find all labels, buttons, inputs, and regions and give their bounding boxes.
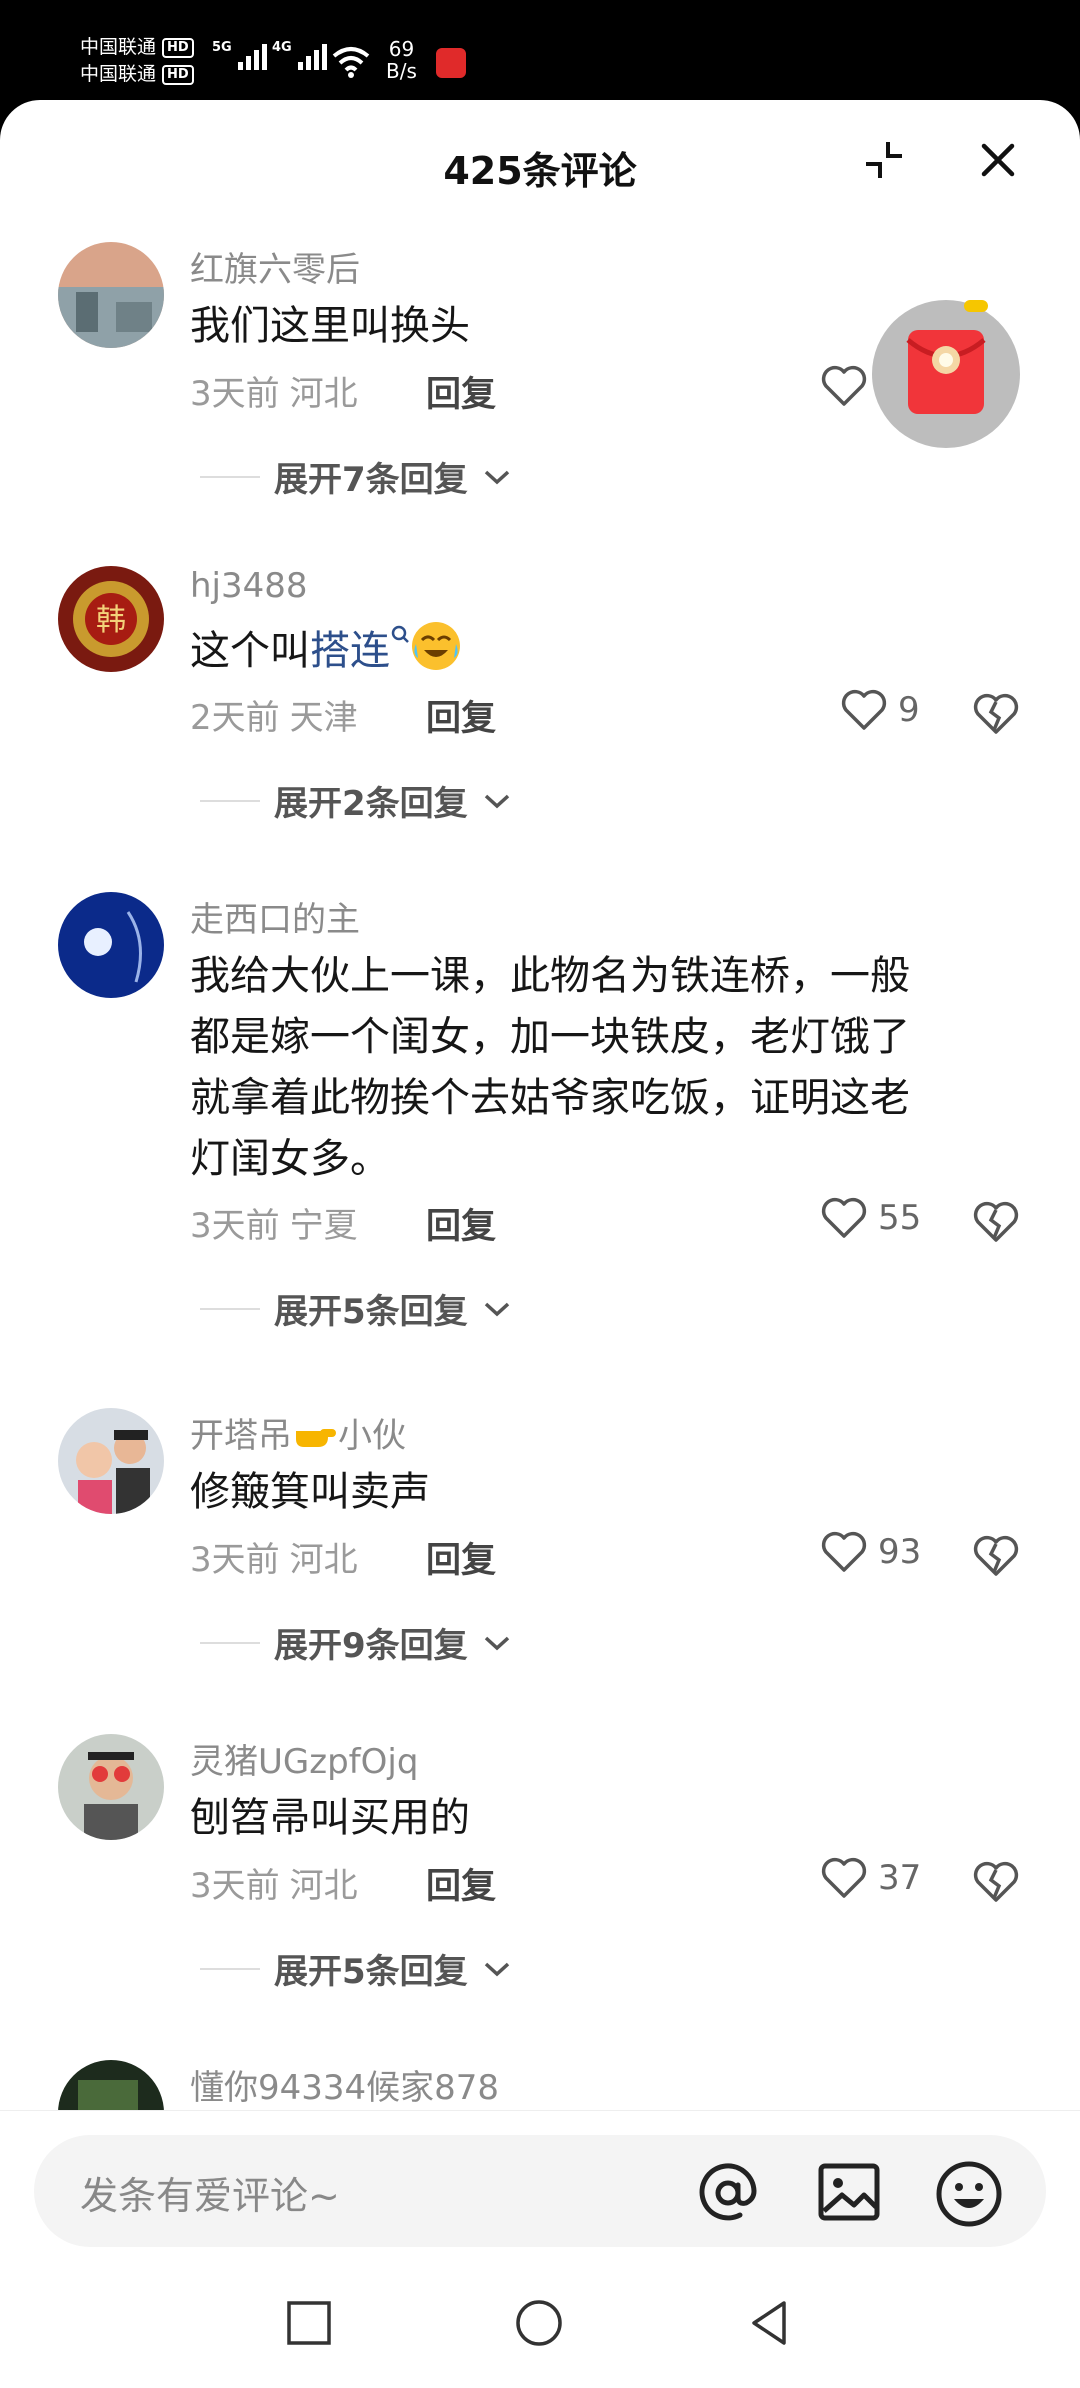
carrier-2: 中国联通 — [80, 63, 157, 85]
reply-button[interactable]: 回复 — [426, 1858, 496, 1909]
broken-heart-icon[interactable] — [972, 1200, 1020, 1244]
chevron-down-icon — [484, 470, 509, 484]
comment-username[interactable]: 走西口的主 — [190, 892, 360, 941]
signal-icon: 4G — [272, 40, 327, 70]
hd-badge: HD — [162, 64, 194, 85]
reply-button[interactable]: 回复 — [426, 690, 496, 741]
search-link[interactable]: 搭连 — [310, 628, 390, 674]
heart-icon — [841, 689, 887, 730]
system-nav-bar — [0, 2270, 1080, 2388]
comment-meta: 3天前 河北 — [190, 1866, 358, 1906]
comment-username[interactable]: hj3488 — [190, 566, 308, 606]
avatar[interactable] — [58, 1408, 164, 1514]
expand-replies[interactable]: 展开9条回复 — [200, 1618, 512, 1667]
like-button[interactable]: 55 — [820, 1196, 921, 1240]
broken-heart-icon[interactable] — [972, 1860, 1020, 1904]
carrier-1: 中国联通 — [80, 36, 157, 58]
comment-meta: 2天前 天津 — [190, 698, 358, 738]
svg-text:韩: 韩 — [96, 603, 126, 638]
crying-laughing-emoji-icon — [412, 622, 460, 670]
chevron-down-icon — [484, 1302, 509, 1316]
comments-sheet: 425条评论 红旗六零后 我们这里叫换头 3天前河北 回复 40 展开7条回复 — [0, 100, 1080, 2388]
app-notification-icon — [436, 48, 466, 78]
comment-meta: 3天前 河北 — [190, 374, 358, 414]
wifi-icon — [332, 47, 370, 78]
chevron-down-icon — [484, 1962, 509, 1976]
like-count: 93 — [878, 1532, 922, 1572]
collapse-icon[interactable] — [862, 138, 906, 182]
avatar[interactable] — [58, 1734, 164, 1840]
reply-button[interactable]: 回复 — [426, 1532, 496, 1583]
network-speed: 69 B/s — [386, 37, 417, 83]
avatar[interactable] — [58, 892, 164, 998]
reply-button[interactable]: 回复 — [426, 1198, 496, 1249]
avatar[interactable] — [58, 242, 164, 348]
circle-icon[interactable] — [514, 2298, 564, 2348]
heart-icon — [821, 1531, 867, 1572]
comment-username[interactable]: 灵猪UGzpfOjq — [190, 1734, 418, 1783]
search-icon[interactable] — [390, 624, 410, 646]
avatar[interactable]: 韩 — [58, 566, 164, 672]
at-icon[interactable] — [694, 2159, 762, 2227]
close-icon[interactable] — [976, 138, 1020, 182]
reply-button[interactable]: 回复 — [426, 366, 496, 417]
like-count: 37 — [878, 1858, 922, 1898]
heart-icon — [821, 1197, 867, 1238]
comment-username[interactable]: 懂你94334候家878 — [190, 2060, 499, 2109]
carrier-info: 中国联通 HD 中国联通 HD — [80, 34, 194, 88]
like-count: 55 — [878, 1198, 922, 1238]
comments-title: 425条评论 — [443, 149, 637, 193]
expand-replies[interactable]: 展开5条回复 — [200, 1944, 512, 1993]
comment-text: 我给大伙上一课，此物名为铁连桥，一般 都是嫁一个闺女，加一块铁皮，老灯饿了 就拿… — [190, 953, 910, 1182]
image-icon[interactable] — [816, 2159, 882, 2225]
like-count: 9 — [898, 690, 920, 730]
expand-replies[interactable]: 展开2条回复 — [200, 776, 512, 825]
triangle-icon[interactable] — [744, 2298, 794, 2348]
comment-input-bar: 发条有爱评论~ — [0, 2110, 1080, 2270]
emoji-icon[interactable] — [934, 2159, 1004, 2229]
red-packet-icon — [906, 300, 988, 414]
comment-meta: 3天前 宁夏 — [190, 1206, 358, 1246]
comment-text: 修簸箕叫卖声 — [190, 1469, 430, 1515]
comment-username[interactable]: 红旗六零后 — [190, 242, 360, 291]
comment-text: 这个叫搭连 — [190, 620, 1030, 682]
input-placeholder: 发条有爱评论~ — [80, 2174, 340, 2218]
pointing-hand-emoji-icon — [296, 1429, 336, 1447]
expand-replies[interactable]: 展开7条回复 — [200, 452, 512, 501]
status-bar: 中国联通 HD 中国联通 HD 5G 4G 69 B/s — [0, 0, 1080, 100]
broken-heart-icon[interactable] — [972, 1534, 1020, 1578]
like-button[interactable]: 93 — [820, 1530, 921, 1574]
signal-icon: 5G — [212, 40, 267, 70]
like-button[interactable]: 37 — [820, 1856, 921, 1900]
comment-text: 刨笤帚叫买用的 — [190, 1795, 470, 1841]
expand-replies[interactable]: 展开5条回复 — [200, 1284, 512, 1333]
chevron-down-icon — [484, 1636, 509, 1650]
like-button[interactable]: 9 — [840, 688, 920, 732]
hd-badge: HD — [162, 37, 194, 58]
square-icon[interactable] — [284, 2298, 334, 2348]
broken-heart-icon[interactable] — [972, 692, 1020, 736]
comment-meta: 3天前 河北 — [190, 1540, 358, 1580]
comment-username[interactable]: 开塔吊 小伙 — [190, 1408, 406, 1457]
comment-input[interactable]: 发条有爱评论~ — [34, 2135, 1046, 2247]
chevron-down-icon — [484, 794, 509, 808]
heart-icon — [821, 1857, 867, 1898]
heart-icon — [821, 365, 867, 406]
red-packet-button[interactable] — [872, 300, 1020, 448]
